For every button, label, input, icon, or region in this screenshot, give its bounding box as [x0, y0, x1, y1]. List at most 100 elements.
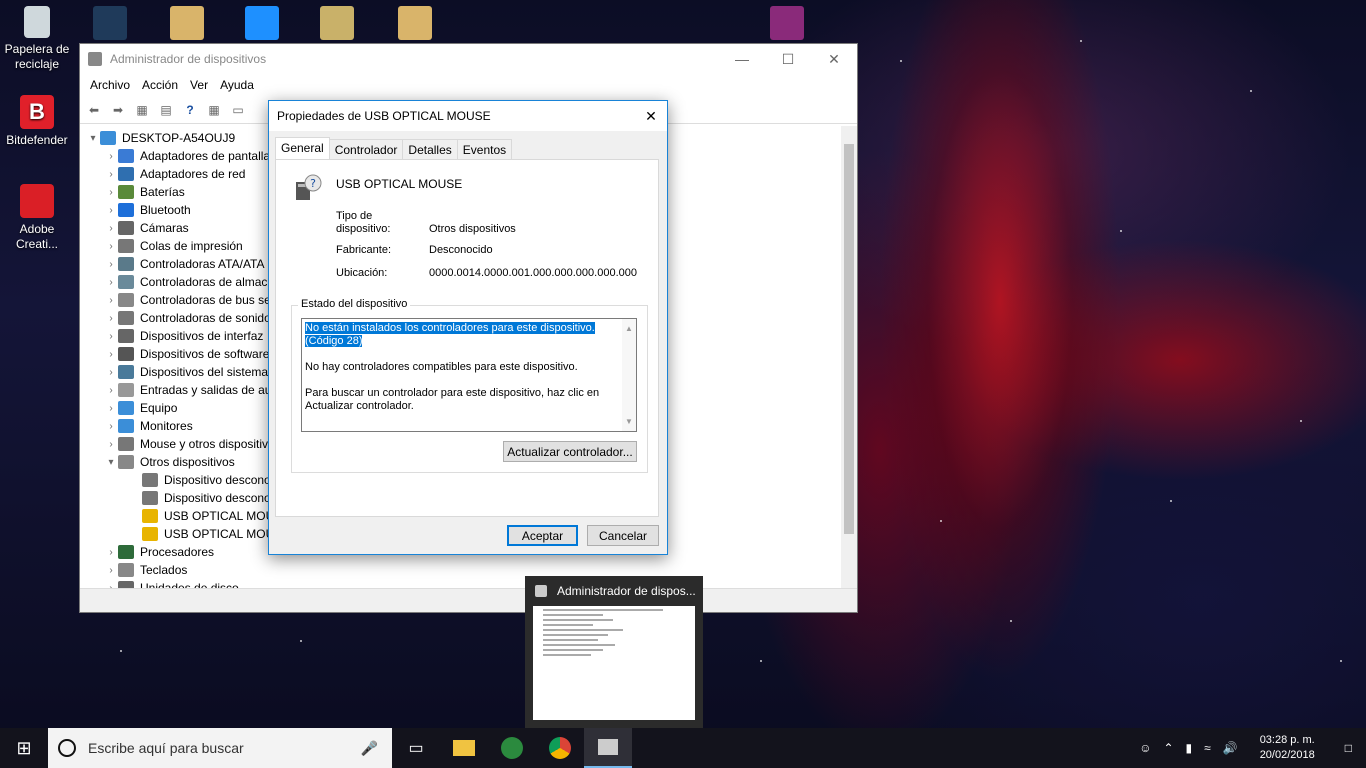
tree-item-label: Adaptadores de red [140, 167, 246, 181]
desktop-icon-bitdefender[interactable]: B Bitdefender [0, 95, 74, 148]
dialog-close-icon[interactable]: ✕ [635, 101, 667, 131]
tab-eventos[interactable]: Eventos [456, 139, 513, 159]
file-explorer-button[interactable] [440, 728, 488, 768]
chevron-right-icon[interactable]: › [104, 385, 118, 396]
menu-ver[interactable]: Ver [184, 78, 214, 92]
people-icon[interactable]: ☺ [1133, 741, 1157, 755]
menu-archivo[interactable]: Archivo [84, 78, 136, 92]
cancel-button[interactable]: Cancelar [587, 525, 659, 546]
globe-app-button[interactable] [488, 728, 536, 768]
properties-icon[interactable]: ▦ [132, 101, 152, 119]
chevron-right-icon[interactable]: › [104, 331, 118, 342]
desktop-icon-adobe[interactable]: Adobe Creati... [0, 184, 74, 252]
chevron-right-icon[interactable]: › [104, 547, 118, 558]
device-category-icon [118, 203, 134, 217]
tab-controlador[interactable]: Controlador [328, 139, 404, 159]
chevron-right-icon[interactable]: › [104, 151, 118, 162]
menu-accion[interactable]: Acción [136, 78, 184, 92]
adobe-cloud-icon [20, 184, 54, 218]
tree-scrollbar[interactable] [841, 126, 857, 588]
volume-icon[interactable]: 🔊 [1217, 741, 1244, 755]
chrome-button[interactable] [536, 728, 584, 768]
folder-icon-2[interactable] [398, 6, 432, 40]
device-category-icon [118, 293, 134, 307]
wifi-icon[interactable]: ≈ [1198, 741, 1217, 755]
tree-child-label: Dispositivo descono [164, 491, 271, 505]
chevron-right-icon[interactable]: › [104, 349, 118, 360]
device-manager-taskbar-button[interactable] [584, 728, 632, 768]
back-arrow-icon[interactable]: ⬅ [84, 101, 104, 119]
status-line-1: No están instalados los controladores pa… [305, 322, 595, 334]
close-icon[interactable]: ✕ [811, 44, 857, 74]
folder-icon[interactable] [170, 6, 204, 40]
tab-detalles[interactable]: Detalles [402, 139, 458, 159]
list-icon[interactable]: ▤ [156, 101, 176, 119]
notification-icon[interactable]: □ [1331, 741, 1366, 755]
device-category-icon [118, 221, 134, 235]
battery-icon[interactable]: ▮ [1180, 741, 1199, 755]
taskbar-preview[interactable]: Administrador de dispos... [525, 576, 703, 728]
folder-door-icon[interactable] [320, 6, 354, 40]
device-category-icon [118, 239, 134, 253]
preview-title: Administrador de dispos... [557, 584, 696, 598]
league-icon[interactable] [93, 6, 127, 40]
scroll-down-icon[interactable]: ▼ [625, 415, 633, 428]
tree-item-label: Otros dispositivos [140, 455, 235, 469]
desktop-icon-recycle-bin[interactable]: Papelera de reciclaje [0, 6, 74, 72]
warning-icon [142, 509, 158, 523]
chevron-down-icon[interactable]: ▾ [86, 133, 100, 144]
search-box[interactable]: Escribe aquí para buscar 🎤 [48, 728, 392, 768]
menu-ayuda[interactable]: Ayuda [214, 78, 260, 92]
chevron-right-icon[interactable]: › [104, 259, 118, 270]
maximize-icon[interactable]: ☐ [765, 44, 811, 74]
help-icon[interactable]: ? [180, 101, 200, 119]
windows-shortcut-icon[interactable] [245, 6, 279, 40]
tree-item-label: Colas de impresión [140, 239, 243, 253]
status-paragraph-2: No hay controladores compatibles para es… [305, 361, 578, 373]
chevron-down-icon[interactable]: ▾ [104, 457, 118, 468]
view-icon[interactable]: ▦ [204, 101, 224, 119]
update-driver-button[interactable]: Actualizar controlador... [503, 441, 637, 462]
globe-icon [501, 737, 523, 759]
chevron-right-icon[interactable]: › [104, 439, 118, 450]
chevron-right-icon[interactable]: › [104, 421, 118, 432]
chevron-up-icon[interactable]: ⌃ [1157, 741, 1179, 755]
task-view-button[interactable]: ▭ [392, 728, 440, 768]
chevron-right-icon[interactable]: › [104, 223, 118, 234]
chevron-right-icon[interactable]: › [104, 205, 118, 216]
tree-item[interactable]: › Unidades de disco [80, 579, 841, 588]
chevron-right-icon[interactable]: › [104, 241, 118, 252]
clock[interactable]: 03:28 p. m. 20/02/2018 [1244, 733, 1331, 763]
tree-item-label: Entradas y salidas de au [140, 383, 272, 397]
status-scrollbar[interactable]: ▲ ▼ [622, 319, 636, 431]
winrar-icon[interactable] [770, 6, 804, 40]
forward-arrow-icon[interactable]: ➡ [108, 101, 128, 119]
ok-button[interactable]: Aceptar [507, 525, 578, 546]
scrollbar-thumb[interactable] [844, 144, 854, 534]
start-button[interactable]: ⊞ [0, 728, 48, 768]
monitor-icon[interactable]: ▭ [228, 101, 248, 119]
chevron-right-icon[interactable]: › [104, 187, 118, 198]
chevron-right-icon[interactable]: › [104, 565, 118, 576]
dialog-title: Propiedades de USB OPTICAL MOUSE [277, 109, 491, 123]
microphone-icon[interactable]: 🎤 [361, 740, 378, 757]
chevron-right-icon[interactable]: › [104, 313, 118, 324]
taskbar: ⊞ Escribe aquí para buscar 🎤 ▭ ☺ ⌃ ▮ ≈ 🔊… [0, 728, 1366, 768]
dialog-titlebar[interactable]: Propiedades de USB OPTICAL MOUSE [269, 101, 667, 131]
tree-item[interactable]: › Teclados [80, 561, 841, 579]
chevron-right-icon[interactable]: › [104, 403, 118, 414]
minimize-icon[interactable]: — [719, 44, 765, 74]
chevron-right-icon[interactable]: › [104, 295, 118, 306]
system-tray: ☺ ⌃ ▮ ≈ 🔊 03:28 p. m. 20/02/2018 □ [1133, 728, 1366, 768]
scroll-up-icon[interactable]: ▲ [625, 322, 633, 335]
chevron-right-icon[interactable]: › [104, 169, 118, 180]
device-category-icon [118, 383, 134, 397]
chevron-right-icon[interactable]: › [104, 277, 118, 288]
chevron-right-icon[interactable]: › [104, 367, 118, 378]
device-manager-title: Administrador de dispositivos [110, 52, 267, 66]
computer-icon [100, 131, 116, 145]
tree-item-label: Unidades de disco [140, 581, 239, 588]
device-status-text[interactable]: No están instalados los controladores pa… [301, 318, 637, 432]
tab-general[interactable]: General [275, 137, 330, 159]
warning-icon [142, 527, 158, 541]
